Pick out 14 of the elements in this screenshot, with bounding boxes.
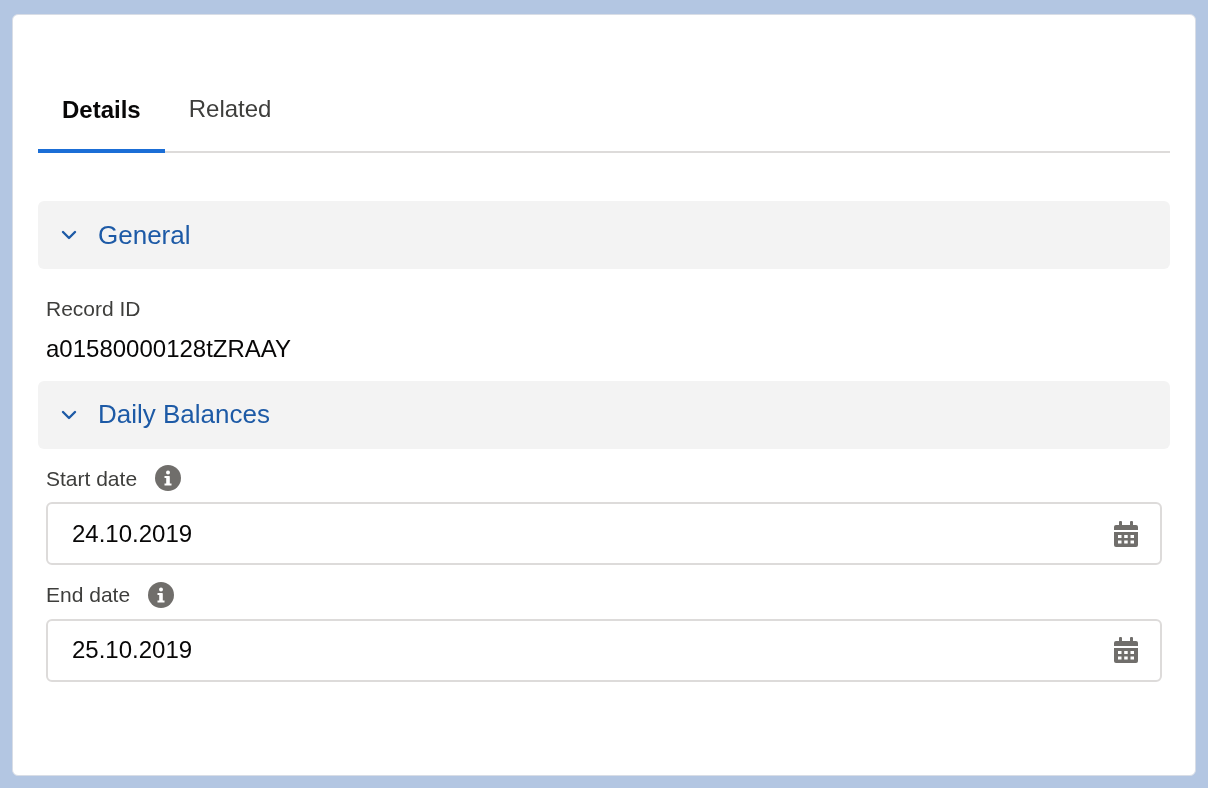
date-field[interactable]: 24.10.2019 <box>46 502 1162 565</box>
section-header[interactable]: Daily Balances <box>38 380 1170 449</box>
tab[interactable]: Details <box>38 91 165 153</box>
info-icon[interactable] <box>155 465 182 492</box>
field-label: Start date <box>46 465 138 492</box>
calendar-icon[interactable] <box>1114 637 1138 663</box>
field-label: End date <box>46 582 131 608</box>
section-header[interactable]: General <box>38 201 1170 269</box>
calendar-icon[interactable] <box>1114 520 1138 547</box>
tab[interactable]: Related <box>164 91 296 151</box>
info-icon[interactable] <box>148 581 175 608</box>
field-label: Record ID <box>46 296 141 322</box>
date-field[interactable]: 25.10.2019 <box>46 618 1162 682</box>
field-value: a01580000128tZRAAY <box>46 333 293 364</box>
